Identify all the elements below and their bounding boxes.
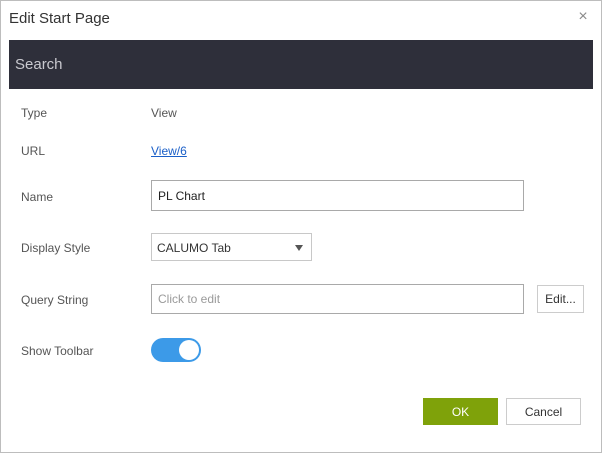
show-toolbar-label: Show Toolbar: [21, 344, 94, 358]
query-string-label: Query String: [21, 293, 89, 307]
dropdown-arrow-icon: [295, 245, 303, 251]
dialog-title: Edit Start Page: [9, 10, 110, 27]
display-style-label: Display Style: [21, 241, 91, 255]
display-style-selected-value: CALUMO Tab: [157, 241, 231, 255]
query-string-field[interactable]: [151, 284, 524, 314]
edit-start-page-dialog: Edit Start Page × Type View URL View/6 N…: [0, 0, 602, 453]
name-label: Name: [21, 190, 54, 204]
name-field[interactable]: [151, 180, 524, 211]
show-toolbar-toggle[interactable]: [151, 338, 201, 362]
toggle-knob: [179, 340, 199, 360]
search-input[interactable]: [9, 40, 593, 89]
url-link[interactable]: View/6: [151, 144, 187, 158]
type-value: View: [151, 106, 177, 120]
display-style-select[interactable]: CALUMO Tab: [151, 233, 312, 261]
edit-query-string-button[interactable]: Edit...: [537, 285, 584, 313]
dialog-titlebar: Edit Start Page ×: [1, 1, 601, 37]
url-label: URL: [21, 144, 46, 158]
type-label: Type: [21, 106, 48, 120]
cancel-button[interactable]: Cancel: [506, 398, 581, 425]
ok-button[interactable]: OK: [423, 398, 498, 425]
search-bar: [9, 40, 593, 89]
close-icon[interactable]: ×: [575, 9, 591, 25]
